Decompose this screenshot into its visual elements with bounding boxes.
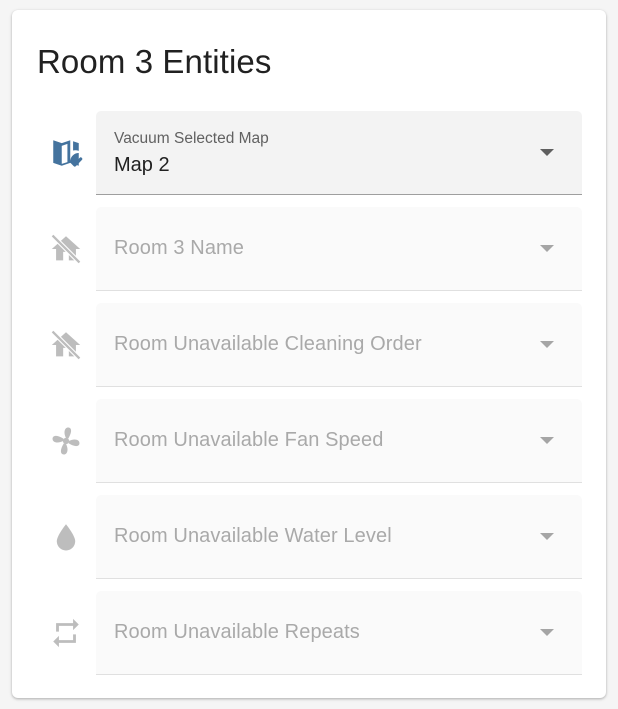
home-off-icon [48,231,84,267]
entity-row-room-3-name: Room 3 Name [12,207,606,291]
cleaning-order-select[interactable]: Room Unavailable Cleaning Order [96,303,582,387]
vacuum-selected-map-select[interactable]: Vacuum Selected Map Map 2 [96,111,582,195]
card-title: Room 3 Entities [37,43,272,80]
select-placeholder: Room Unavailable Water Level [114,525,392,547]
map-check-icon [48,135,84,171]
select-value: Map 2 [114,154,170,176]
chevron-down-icon[interactable] [540,149,554,156]
repeat-icon [48,615,84,651]
chevron-down-icon[interactable] [540,437,554,444]
water-level-select[interactable]: Room Unavailable Water Level [96,495,582,579]
entity-row-vacuum-selected-map: Vacuum Selected Map Map 2 [12,111,606,195]
entity-row-fan-speed: Room Unavailable Fan Speed [12,399,606,483]
room-3-name-select[interactable]: Room 3 Name [96,207,582,291]
repeats-select[interactable]: Room Unavailable Repeats [96,591,582,675]
entity-row-water-level: Room Unavailable Water Level [12,495,606,579]
chevron-down-icon[interactable] [540,245,554,252]
entity-row-repeats: Room Unavailable Repeats [12,591,606,675]
select-placeholder: Room Unavailable Fan Speed [114,429,384,451]
select-placeholder: Room Unavailable Cleaning Order [114,333,422,355]
select-label: Vacuum Selected Map [114,130,269,147]
chevron-down-icon[interactable] [540,341,554,348]
water-drop-icon [48,519,84,555]
fan-speed-select[interactable]: Room Unavailable Fan Speed [96,399,582,483]
chevron-down-icon[interactable] [540,533,554,540]
entity-row-cleaning-order: Room Unavailable Cleaning Order [12,303,606,387]
chevron-down-icon[interactable] [540,629,554,636]
home-off-icon [48,327,84,363]
select-placeholder: Room Unavailable Repeats [114,621,360,643]
fan-icon [48,423,84,459]
select-placeholder: Room 3 Name [114,237,245,259]
entities-card: Room 3 Entities Vacuum Selected Map Map … [12,10,606,698]
